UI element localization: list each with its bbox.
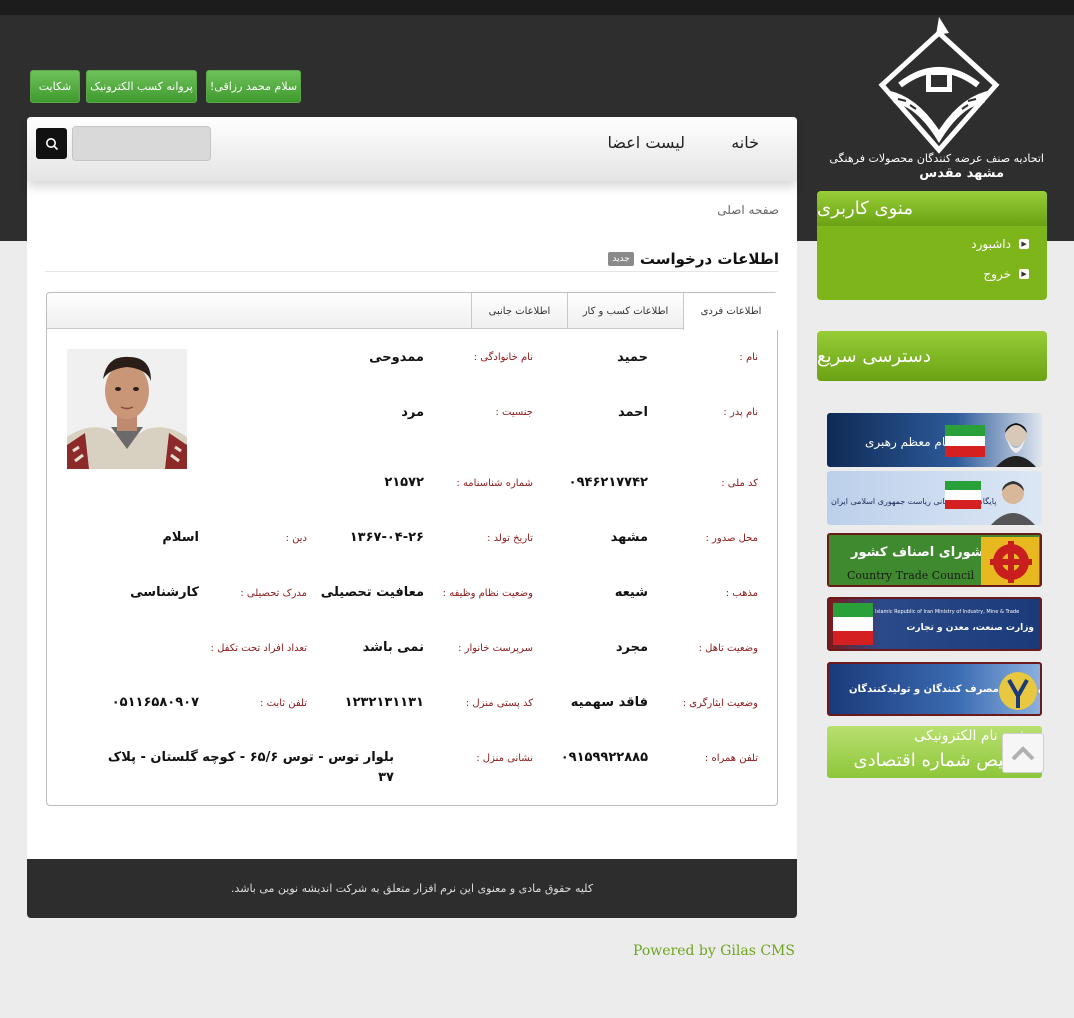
label-issue-place: محل صدور :	[705, 533, 758, 544]
main-content: خانه لیست اعضا صفحه اصلی اطلاعات درخواست…	[27, 117, 797, 859]
value-address-line2: ۳۷	[378, 770, 394, 785]
banner-ministry-industry-sub: Islamic Republic of Iran Ministry of Ind…	[875, 609, 1020, 615]
value-postal-code: ۱۲۳۲۱۳۱۱۳۱	[344, 695, 424, 710]
back-to-top-button[interactable]	[1002, 733, 1044, 773]
e-license-button[interactable]: پروانه کسب الکترونیک	[86, 70, 197, 103]
value-landline: ۰۵۱۱۶۵۸۰۹۰۷	[111, 695, 199, 710]
banner-consumer-protection[interactable]: سازمان حمایت مصرف کنندگان و تولیدکنندگان	[827, 662, 1042, 716]
banner-trade-council-sub: Country Trade Council	[847, 569, 975, 582]
footer: کلیه حقوق مادی و معنوی این نرم افزار متع…	[27, 859, 797, 918]
value-mobile: ۰۹۱۵۹۹۲۲۸۸۵	[560, 750, 648, 765]
gear-icon	[981, 537, 1039, 585]
banner-president-info[interactable]: پایگاه اطلاع رسانی ریاست جمهوری اسلامی ا…	[827, 471, 1042, 525]
top-strip	[0, 0, 1074, 15]
label-address: نشانی منزل :	[476, 753, 533, 764]
new-badge: جدید	[608, 252, 634, 266]
nav-members-list[interactable]: لیست اعضا	[607, 133, 685, 152]
label-id-number: شماره شناسنامه :	[456, 478, 533, 489]
label-last-name: نام خانوادگی :	[473, 352, 533, 363]
user-menu: منوی کاربری ▶ داشبورد ▶ خروج	[817, 191, 1047, 300]
flag-icon	[945, 481, 981, 509]
banner-leader-office[interactable]: دفتر مقام معظم رهبری	[827, 413, 1042, 467]
menu-item-dashboard-label: داشبورد	[971, 237, 1011, 251]
label-marital: وضعیت تاهل :	[698, 643, 758, 654]
label-education: مدرک تحصیلی :	[240, 588, 307, 599]
label-military: وضعیت نظام وظیفه :	[442, 588, 533, 599]
nav-home[interactable]: خانه	[731, 133, 759, 152]
label-head-of-family: سرپرست خانوار :	[458, 643, 533, 654]
union-logo-icon	[878, 17, 1000, 154]
banner-trade-council-text: شورای اصناف کشور	[851, 545, 984, 560]
menu-item-logout-label: خروج	[983, 267, 1011, 281]
banner-ministry-industry[interactable]: وزارت صنعت، معدن و تجارت Islamic Republi…	[827, 597, 1042, 651]
section-title-text: اطلاعات درخواست	[639, 250, 779, 268]
value-religion: اسلام	[162, 530, 199, 545]
banner-trade-council[interactable]: شورای اصناف کشور Country Trade Council	[827, 533, 1042, 587]
menu-item-dashboard[interactable]: ▶ داشبورد	[971, 237, 1029, 251]
tab-bar: اطلاعات فردی اطلاعات کسب و کار اطلاعات ج…	[47, 293, 778, 330]
value-marital: مجرد	[615, 640, 648, 655]
org-name-line2: مشهد مقدس	[919, 166, 1004, 181]
label-father-name: نام پدر :	[723, 407, 758, 418]
copyright-text: کلیه حقوق مادی و معنوی این نرم افزار متع…	[230, 882, 594, 895]
banner-ministry-industry-text: وزارت صنعت، معدن و تجارت	[906, 623, 1034, 633]
value-sect: شیعه	[614, 585, 648, 600]
breadcrumb[interactable]: صفحه اصلی	[717, 203, 779, 217]
value-address-line1: بلوار توس - توس ۶۵/۶ - کوچه گلستان - پلا…	[107, 750, 394, 765]
tab-business-info[interactable]: اطلاعات کسب و کار	[567, 293, 683, 329]
user-menu-title: منوی کاربری	[817, 191, 1047, 226]
value-national-code: ۰۹۴۶۲۱۷۷۴۲	[568, 475, 648, 490]
label-religion: دین :	[285, 533, 307, 544]
value-issue-place: مشهد	[610, 530, 648, 545]
tab-additional-info[interactable]: اطلاعات جانبی	[471, 293, 567, 329]
emblem-icon	[999, 672, 1037, 710]
label-postal-code: کد پستی منزل :	[465, 698, 533, 709]
value-education: کارشناسی	[130, 585, 199, 600]
label-mobile: تلفن همراه :	[704, 753, 758, 764]
chevron-up-icon	[1011, 746, 1035, 761]
powered-by-link[interactable]: Powered by Gilas CMS	[633, 943, 795, 959]
menu-item-logout[interactable]: ▶ خروج	[983, 267, 1029, 281]
value-first-name: حمید	[617, 350, 648, 365]
value-birth-date: ۱۳۶۷-۰۴-۲۶	[349, 530, 424, 545]
value-last-name: ممدوحی	[369, 350, 424, 365]
label-veteran: وضعیت ایثارگری :	[682, 698, 758, 709]
portrait-icon	[991, 481, 1035, 525]
search-input[interactable]	[72, 126, 211, 161]
navbar: خانه لیست اعضا	[27, 117, 797, 181]
section-title: اطلاعات درخواست جدید	[608, 250, 779, 268]
complaint-button[interactable]: شکایت	[30, 70, 80, 103]
triangle-right-icon: ▶	[1019, 269, 1029, 279]
tab-personal-info[interactable]: اطلاعات فردی	[683, 293, 778, 330]
divider	[45, 271, 778, 272]
org-name-line1: اتحادیه صنف عرضه کنندگان محصولات فرهنگی	[829, 152, 1044, 165]
label-sect: مذهب :	[725, 588, 758, 599]
label-landline: تلفن ثابت :	[260, 698, 307, 709]
value-military: معافیت تحصیلی	[320, 585, 424, 600]
value-id-number: ۲۱۵۷۲	[384, 475, 424, 490]
label-dependents: تعداد افراد تحت تکفل :	[210, 643, 307, 654]
value-father-name: احمد	[617, 405, 648, 420]
value-gender: مرد	[401, 405, 424, 420]
portrait-icon	[996, 423, 1036, 467]
flag-icon	[945, 425, 985, 457]
search-button[interactable]	[36, 128, 67, 159]
value-head-of-family: نمی باشد	[362, 640, 424, 655]
info-panel: اطلاعات فردی اطلاعات کسب و کار اطلاعات ج…	[46, 292, 778, 806]
flag-icon	[833, 603, 873, 645]
label-gender: جنسیت :	[495, 407, 533, 418]
quick-access-title: دسترسی سریع	[817, 331, 1047, 381]
label-national-code: کد ملی :	[721, 478, 758, 489]
user-greeting-button[interactable]: سلام محمد رزاقی!	[206, 70, 301, 103]
value-veteran: فاقد سهمیه	[570, 695, 648, 710]
label-first-name: نام :	[739, 352, 758, 363]
profile-photo	[67, 349, 187, 469]
search-icon	[45, 137, 58, 150]
label-birth-date: تاریخ تولد :	[487, 533, 533, 544]
triangle-right-icon: ▶	[1019, 239, 1029, 249]
